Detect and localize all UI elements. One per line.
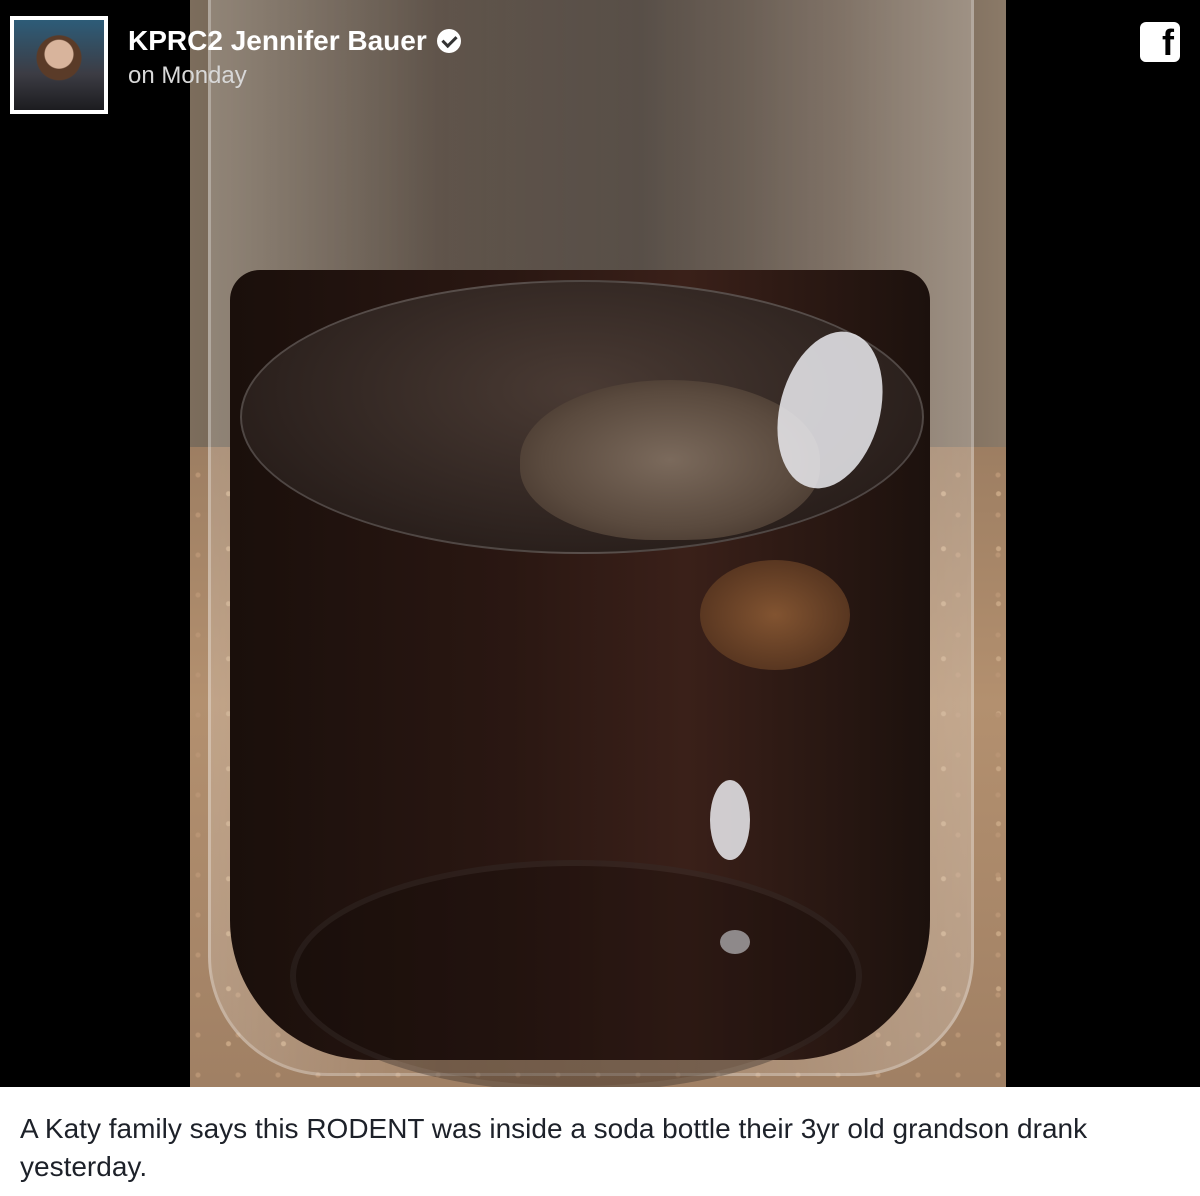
- rodent: [520, 380, 820, 540]
- bottle-base: [290, 860, 862, 1087]
- verified-badge-icon: [436, 29, 461, 53]
- rodent-submerged: [700, 560, 850, 670]
- bottle-glare: [710, 780, 750, 860]
- post-header: KPRC2 Jennifer Bauer on Monday: [10, 16, 461, 116]
- facebook-icon[interactable]: f: [1140, 22, 1180, 62]
- facebook-embed: KPRC2 Jennifer Bauer on Monday f: [0, 0, 1200, 1087]
- post-timestamp[interactable]: on Monday: [128, 62, 461, 90]
- author-avatar[interactable]: [10, 16, 108, 114]
- post-photo[interactable]: [190, 0, 1006, 1087]
- author-name[interactable]: KPRC2 Jennifer Bauer: [128, 24, 461, 58]
- post-caption: A Katy family says this RODENT was insid…: [20, 1113, 1088, 1182]
- author-block: KPRC2 Jennifer Bauer on Monday: [128, 24, 461, 90]
- author-name-text[interactable]: KPRC2 Jennifer Bauer: [128, 24, 427, 58]
